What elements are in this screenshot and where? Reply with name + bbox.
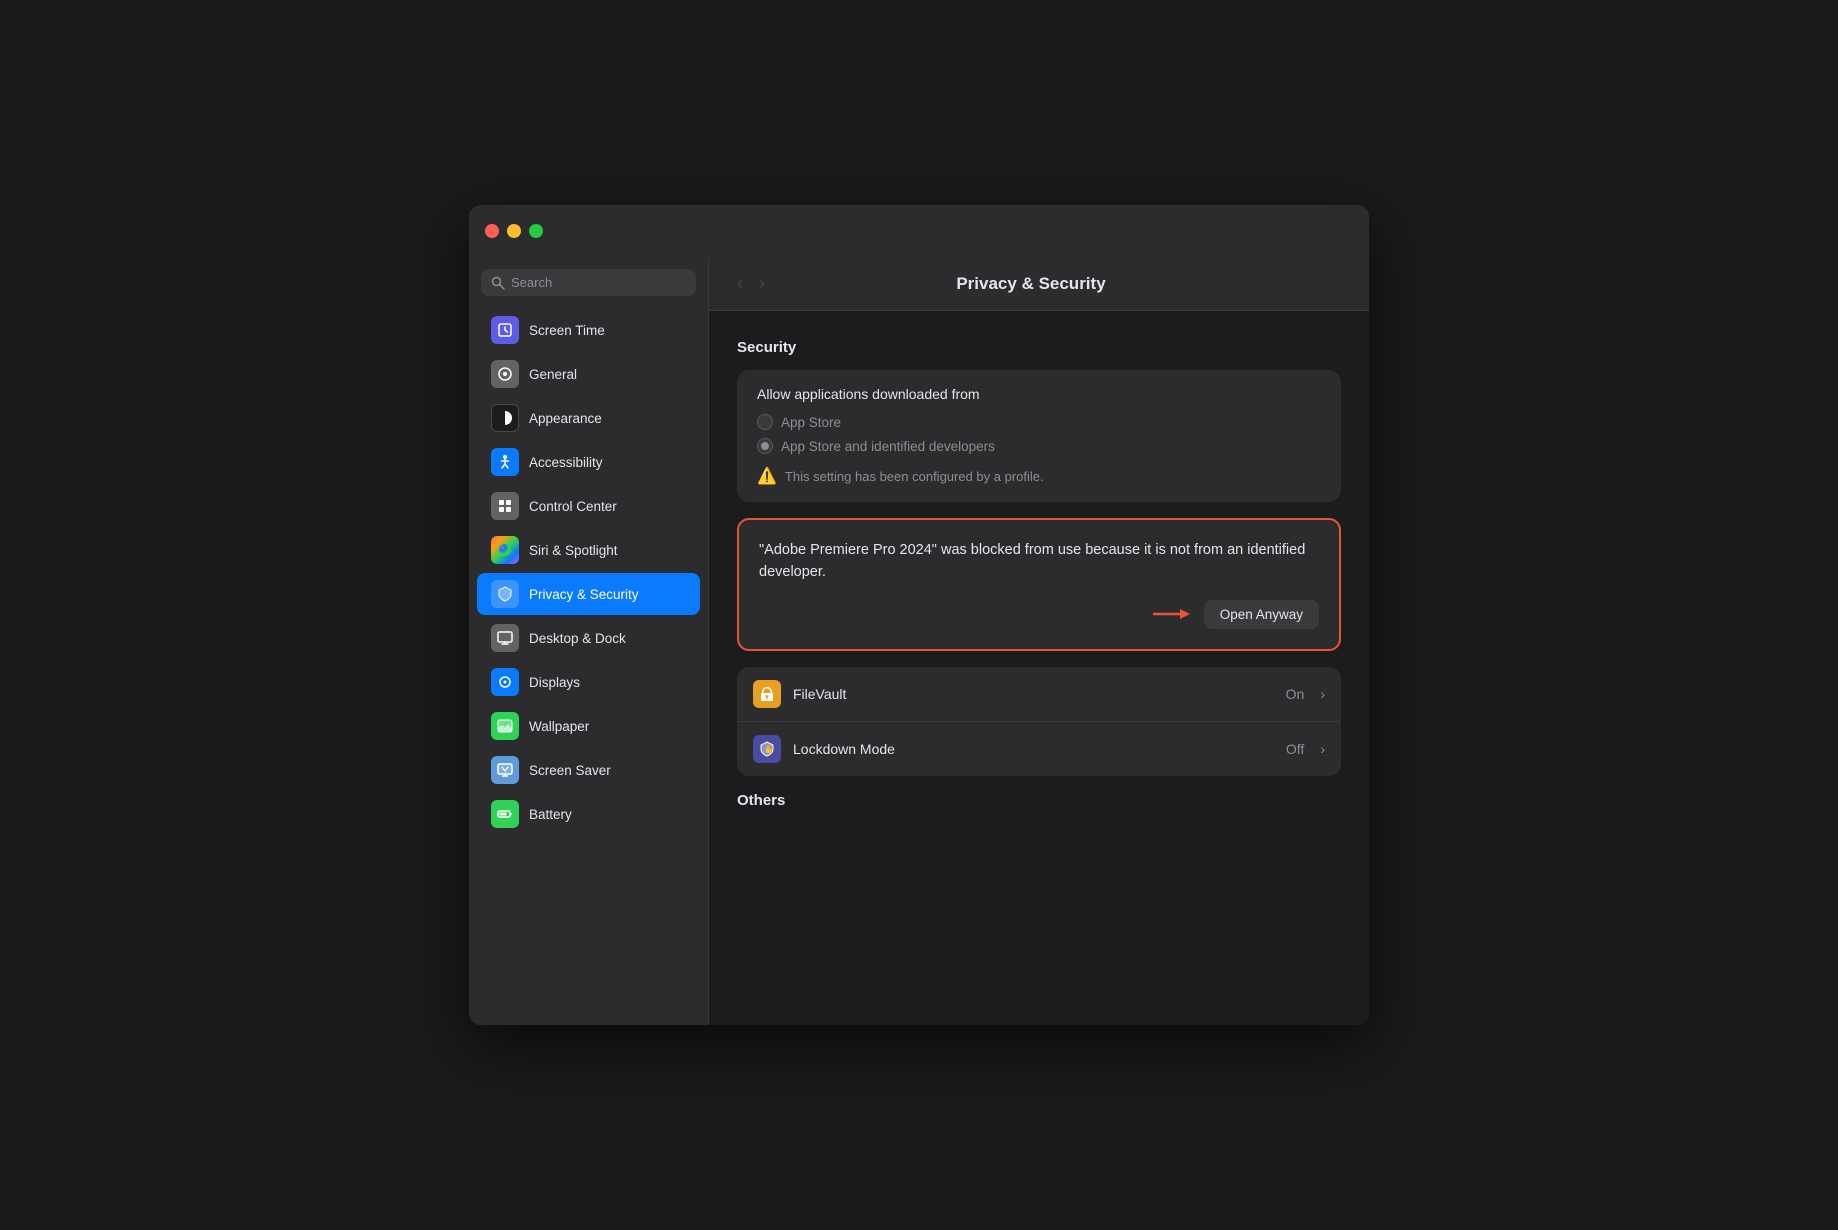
download-options: App Store App Store and identified devel… [757, 414, 1321, 454]
window-content: Screen Time General Ap [469, 257, 1369, 1025]
filevault-label: FileVault [793, 686, 1274, 702]
app-store-identified-option[interactable]: App Store and identified developers [757, 438, 1321, 454]
sidebar-item-general[interactable]: General [477, 353, 700, 395]
warning-icon: ⚠️ [757, 466, 777, 486]
titlebar [469, 205, 1369, 257]
screen-saver-icon [491, 756, 519, 784]
filevault-icon [753, 680, 781, 708]
sidebar-item-label: Battery [529, 807, 572, 822]
sidebar-item-label: Screen Time [529, 323, 605, 338]
others-section-title: Others [737, 792, 1341, 809]
lockdown-label: Lockdown Mode [793, 741, 1274, 757]
download-from-card: Allow applications downloaded from App S… [737, 370, 1341, 502]
download-from-label: Allow applications downloaded from [757, 386, 1321, 402]
lockdown-mode-item[interactable]: ✋ Lockdown Mode Off › [737, 722, 1341, 776]
sidebar-item-appearance[interactable]: Appearance [477, 397, 700, 439]
minimize-button[interactable] [507, 224, 521, 238]
general-icon [491, 360, 519, 388]
sidebar-item-displays[interactable]: Displays [477, 661, 700, 703]
sidebar: Screen Time General Ap [469, 257, 709, 1025]
privacy-icon [491, 580, 519, 608]
back-button[interactable]: ‹ [733, 271, 747, 296]
sidebar-item-label: Desktop & Dock [529, 631, 626, 646]
open-anyway-button[interactable]: Open Anyway [1204, 600, 1319, 629]
search-box[interactable] [481, 269, 696, 296]
accessibility-icon [491, 448, 519, 476]
sidebar-item-label: Privacy & Security [529, 587, 639, 602]
sidebar-item-label: Control Center [529, 499, 617, 514]
sidebar-item-label: General [529, 367, 577, 382]
sidebar-item-battery[interactable]: Battery [477, 793, 700, 835]
profile-warning: ⚠️ This setting has been configured by a… [757, 466, 1321, 486]
control-center-icon [491, 492, 519, 520]
blocked-app-alert: "Adobe Premiere Pro 2024" was blocked fr… [737, 518, 1341, 651]
main-content: ‹ › Privacy & Security Security Allow ap… [709, 257, 1369, 1025]
sidebar-item-desktop-dock[interactable]: Desktop & Dock [477, 617, 700, 659]
sidebar-item-accessibility[interactable]: Accessibility [477, 441, 700, 483]
alert-footer: Open Anyway [759, 600, 1319, 629]
forward-button[interactable]: › [755, 271, 769, 296]
system-preferences-window: Screen Time General Ap [469, 205, 1369, 1025]
lockdown-icon: ✋ [753, 735, 781, 763]
sidebar-item-label: Siri & Spotlight [529, 543, 618, 558]
search-input[interactable] [511, 275, 686, 290]
page-title: Privacy & Security [777, 274, 1285, 294]
sidebar-item-siri-spotlight[interactable]: Siri & Spotlight [477, 529, 700, 571]
app-store-radio[interactable] [757, 414, 773, 430]
sidebar-item-privacy-security[interactable]: Privacy & Security [477, 573, 700, 615]
wallpaper-icon [491, 712, 519, 740]
warning-text: This setting has been configured by a pr… [785, 469, 1044, 484]
main-header: ‹ › Privacy & Security [709, 257, 1369, 311]
screen-time-icon [491, 316, 519, 344]
sidebar-item-label: Displays [529, 675, 580, 690]
sidebar-item-screen-time[interactable]: Screen Time [477, 309, 700, 351]
search-icon [491, 276, 505, 290]
lockdown-chevron: › [1320, 741, 1325, 757]
security-list-card: FileVault On › ✋ Lockdown Mode Off [737, 667, 1341, 776]
filevault-chevron: › [1320, 686, 1325, 702]
traffic-lights [485, 224, 543, 238]
security-section-title: Security [737, 339, 1341, 356]
app-store-option[interactable]: App Store [757, 414, 1321, 430]
sidebar-item-screen-saver[interactable]: Screen Saver [477, 749, 700, 791]
close-button[interactable] [485, 224, 499, 238]
battery-icon [491, 800, 519, 828]
sidebar-item-wallpaper[interactable]: Wallpaper [477, 705, 700, 747]
app-store-identified-label: App Store and identified developers [781, 439, 995, 454]
sidebar-item-label: Screen Saver [529, 763, 611, 778]
displays-icon [491, 668, 519, 696]
lockdown-value: Off [1286, 741, 1304, 757]
desktop-icon [491, 624, 519, 652]
arrow-indicator [1152, 604, 1192, 624]
filevault-value: On [1286, 686, 1305, 702]
appearance-icon [491, 404, 519, 432]
sidebar-item-label: Wallpaper [529, 719, 589, 734]
app-store-identified-radio[interactable] [757, 438, 773, 454]
maximize-button[interactable] [529, 224, 543, 238]
svg-text:✋: ✋ [764, 744, 774, 754]
sidebar-item-label: Accessibility [529, 455, 603, 470]
filevault-item[interactable]: FileVault On › [737, 667, 1341, 722]
siri-icon [491, 536, 519, 564]
app-store-label: App Store [781, 415, 841, 430]
blocked-app-message: "Adobe Premiere Pro 2024" was blocked fr… [759, 540, 1319, 584]
sidebar-item-control-center[interactable]: Control Center [477, 485, 700, 527]
sidebar-item-label: Appearance [529, 411, 602, 426]
main-body: Security Allow applications downloaded f… [709, 311, 1369, 847]
